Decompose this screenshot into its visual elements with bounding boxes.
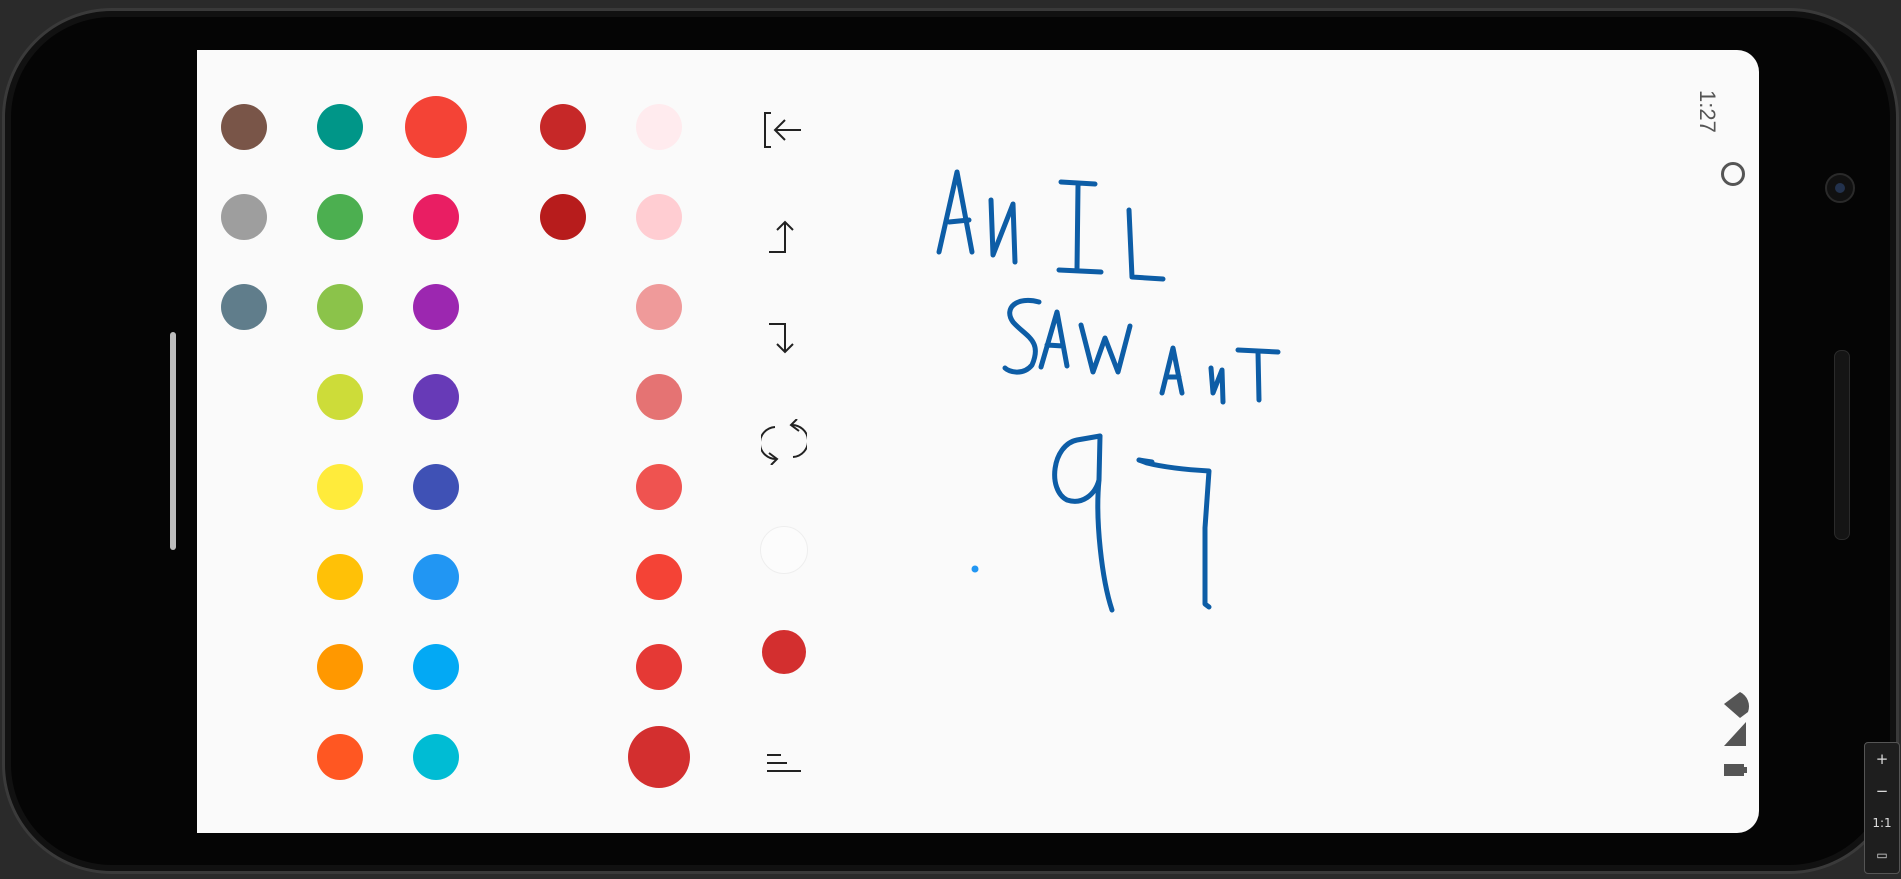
front-camera <box>1825 173 1855 203</box>
zoom-out-button[interactable]: − <box>1865 775 1899 807</box>
wifi-icon <box>1724 692 1750 718</box>
sync-icon <box>761 419 807 465</box>
eraser-circle <box>760 526 808 574</box>
color-swatch-col3-3[interactable] <box>413 284 459 330</box>
color-swatch-col1-2[interactable] <box>221 194 267 240</box>
current-color-button[interactable] <box>754 622 814 682</box>
color-swatch-col2-4[interactable] <box>317 374 363 420</box>
color-swatch-col1-3[interactable] <box>221 284 267 330</box>
color-swatch-col3-1[interactable] <box>405 96 467 158</box>
redo-icon <box>769 323 794 354</box>
zoom-controls: + − 1:1 ▭ <box>1864 742 1900 874</box>
color-swatch-col3-5[interactable] <box>413 464 459 510</box>
app-screen <box>197 50 1759 833</box>
color-swatch-col5-2[interactable] <box>636 194 682 240</box>
color-swatch-col2-6[interactable] <box>317 554 363 600</box>
color-swatch-col5-6[interactable] <box>636 554 682 600</box>
current-color-swatch <box>762 630 806 674</box>
eraser-button[interactable] <box>754 520 814 580</box>
handwriting-strokes <box>936 169 1281 613</box>
zoom-reset-button[interactable]: 1:1 <box>1865 807 1899 839</box>
color-swatch-col3-8[interactable] <box>413 734 459 780</box>
notification-icon <box>1721 162 1745 186</box>
zoom-in-button[interactable]: + <box>1865 743 1899 775</box>
color-swatch-col3-6[interactable] <box>413 554 459 600</box>
color-swatch-col3-2[interactable] <box>413 194 459 240</box>
color-swatch-col2-8[interactable] <box>317 734 363 780</box>
speaker-grille <box>1834 350 1850 540</box>
status-time: 1:27 <box>1695 90 1720 133</box>
undo-button[interactable] <box>754 207 814 267</box>
battery-icon <box>1724 764 1744 776</box>
color-swatch-col5-1[interactable] <box>636 104 682 150</box>
volume-button <box>170 332 176 550</box>
menu-icon <box>767 754 801 772</box>
color-swatch-col2-1[interactable] <box>317 104 363 150</box>
color-swatch-col5-5[interactable] <box>636 464 682 510</box>
signal-icon <box>1724 722 1746 746</box>
color-swatch-col5-3[interactable] <box>636 284 682 330</box>
exit-button[interactable] <box>754 100 814 160</box>
color-swatch-col1-1[interactable] <box>221 104 267 150</box>
color-swatch-col2-3[interactable] <box>317 284 363 330</box>
color-swatch-col4-1[interactable] <box>540 104 586 150</box>
stray-dot <box>971 565 979 573</box>
drawing-canvas[interactable] <box>837 50 1737 833</box>
color-swatch-col4-2[interactable] <box>540 194 586 240</box>
color-swatch-col3-7[interactable] <box>413 644 459 690</box>
color-swatch-col2-7[interactable] <box>317 644 363 690</box>
sync-button[interactable] <box>754 412 814 472</box>
screenshot-icon[interactable]: ▭ <box>1865 839 1899 871</box>
system-status-icons <box>1724 692 1750 776</box>
color-swatch-col5-8[interactable] <box>628 726 690 788</box>
color-swatch-col3-4[interactable] <box>413 374 459 420</box>
redo-button[interactable] <box>754 307 814 367</box>
exit-icon <box>764 112 801 148</box>
undo-icon <box>769 220 794 253</box>
device-frame: 1:27 + − 1:1 ▭ <box>0 0 1901 879</box>
color-swatch-col5-4[interactable] <box>636 374 682 420</box>
color-swatch-col5-7[interactable] <box>636 644 682 690</box>
menu-button[interactable] <box>754 730 814 790</box>
color-swatch-col2-2[interactable] <box>317 194 363 240</box>
color-swatch-col2-5[interactable] <box>317 464 363 510</box>
